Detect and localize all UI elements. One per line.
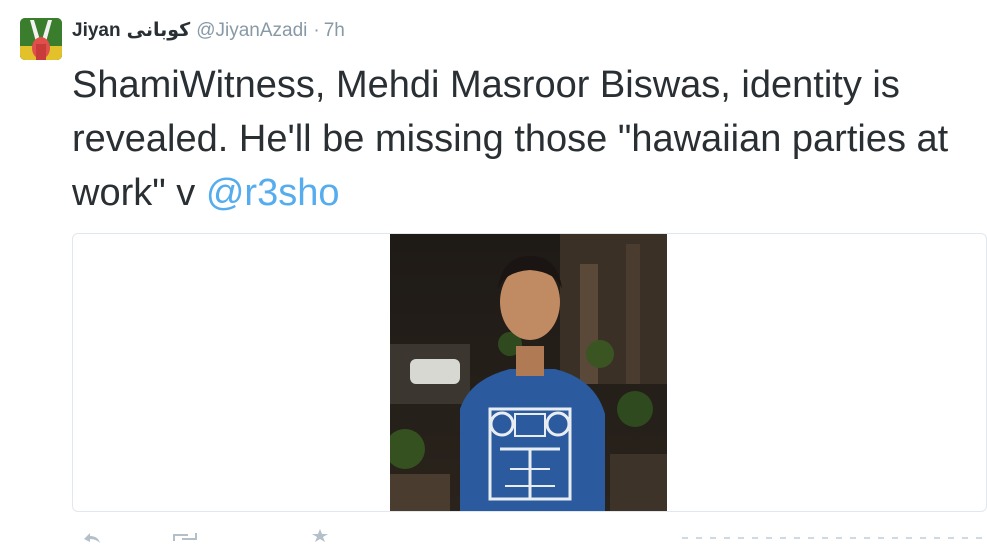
tweet-photo[interactable] [390,234,667,511]
tweet-body: ShamiWitness, Mehdi Masroor Biswas, iden… [72,64,949,214]
separator-dot: · [313,20,320,41]
tweet-text: ShamiWitness, Mehdi Masroor Biswas, iden… [72,58,972,220]
tweet-timestamp[interactable]: 7h [324,20,345,41]
tweet-actions [72,528,987,545]
media-card[interactable] [72,233,987,512]
avatar-image [20,18,62,60]
favorite-icon[interactable] [312,529,328,545]
retweet-icon[interactable] [172,530,198,546]
reply-icon[interactable] [82,530,102,546]
author-name[interactable]: Jiyan [72,20,121,41]
author-avatar[interactable] [20,18,62,60]
author-name-arabic[interactable]: كوبانى [127,19,191,41]
tweet-header: Jiyan كوبانى @JiyanAzadi · 7h [72,17,345,44]
mention-link[interactable]: @r3sho [206,172,340,214]
author-handle[interactable]: @JiyanAzadi [196,20,307,41]
